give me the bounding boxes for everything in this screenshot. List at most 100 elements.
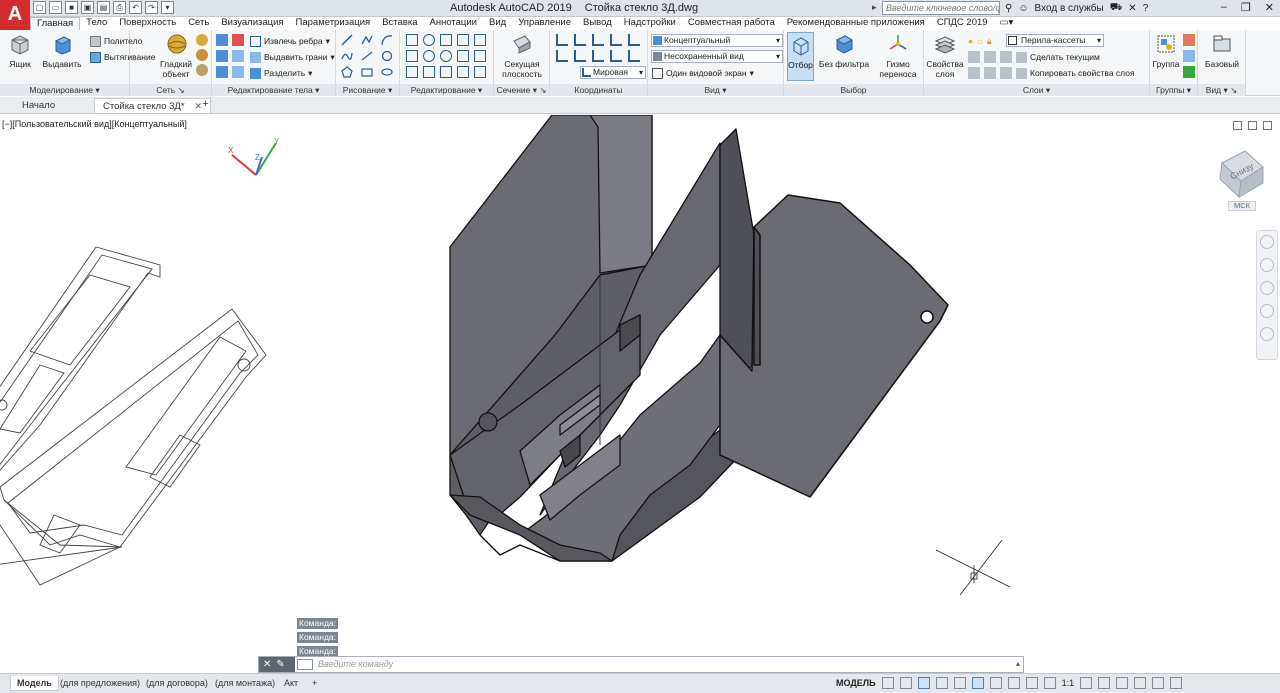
current-layer-combo[interactable]: Перила-кассеты <box>1006 34 1104 47</box>
ribbon-tab[interactable]: Сеть <box>182 17 215 30</box>
ucs-face-icon[interactable] <box>610 50 622 62</box>
ribbon-tab[interactable]: Надстройки <box>618 17 682 30</box>
scale-icon[interactable] <box>440 66 452 78</box>
base-view-button[interactable]: Базовый <box>1202 33 1242 69</box>
panel-title-layers[interactable]: Слои ▾ <box>924 84 1149 96</box>
ribbon-tab[interactable]: СПДС 2019 <box>931 17 994 30</box>
ortho-icon[interactable] <box>917 677 930 689</box>
close-icon[interactable]: ✕ <box>1265 1 1274 14</box>
trim-icon[interactable] <box>457 34 469 46</box>
panel-title-modeling[interactable]: Моделирование ▾ <box>0 84 129 96</box>
ucs-z-icon[interactable] <box>556 50 568 62</box>
snap-icon[interactable] <box>899 677 912 689</box>
box-button[interactable]: Ящик <box>4 33 36 69</box>
ribbon-tab[interactable]: Совместная работа <box>682 17 781 30</box>
new-file-icon[interactable]: ▢ <box>33 1 46 14</box>
group-select-icon[interactable] <box>1183 66 1195 78</box>
ribbon-tab[interactable]: Вставка <box>376 17 423 30</box>
web-mobile-icon[interactable]: ▤ <box>97 1 110 14</box>
intersect-icon[interactable] <box>216 50 228 62</box>
binoculars-icon[interactable]: ⚲ <box>1005 3 1012 14</box>
layer-properties-button[interactable]: Свойства слоя <box>926 33 964 79</box>
units-icon[interactable] <box>1116 677 1129 689</box>
app-menu-logo[interactable]: A <box>0 0 30 30</box>
ribbon-tab[interactable]: Управление <box>512 17 577 30</box>
named-view-combo[interactable]: Несохраненный вид <box>651 50 783 63</box>
sun-icon[interactable]: ☼ <box>976 36 984 46</box>
clean-screen-icon[interactable] <box>1152 677 1165 689</box>
circle-icon[interactable] <box>381 50 393 62</box>
model-space-button[interactable]: МОДЕЛЬ <box>836 678 876 688</box>
doc-tab-active[interactable]: Стойка стекло 3Д* ✕ <box>94 98 212 113</box>
panel-title-section[interactable]: Сечение ▾ ↘ <box>494 84 549 96</box>
layer-freeze-icon[interactable] <box>984 51 996 63</box>
viewcube-icon[interactable]: Снизу <box>1217 145 1267 201</box>
mesh-refine-icon[interactable] <box>196 49 208 61</box>
ucs-view-icon[interactable] <box>574 50 586 62</box>
array-icon[interactable] <box>457 50 469 62</box>
rotate-icon[interactable] <box>423 50 435 62</box>
polar-icon[interactable] <box>935 677 948 689</box>
qat-menu-icon[interactable]: ▾ <box>161 1 174 14</box>
section-plane-button[interactable]: Секущая плоскость <box>497 33 547 79</box>
ucs-3point-icon[interactable] <box>628 50 640 62</box>
subtract-icon[interactable] <box>232 34 244 46</box>
explode-icon[interactable] <box>474 66 486 78</box>
interfere-icon[interactable] <box>232 50 244 62</box>
showmotion-icon[interactable] <box>1260 327 1274 341</box>
slice-icon[interactable] <box>216 66 228 78</box>
rectangle-icon[interactable] <box>361 66 373 78</box>
light-bulb-icon[interactable]: ● <box>968 36 973 46</box>
customize-statusbar-icon[interactable] <box>1170 677 1183 689</box>
orbit-icon[interactable] <box>1260 304 1274 318</box>
search-expand-icon[interactable]: ▸ <box>872 2 880 13</box>
ribbon-tab[interactable]: Аннотации <box>424 17 484 30</box>
layer-thaw-icon[interactable] <box>984 67 996 79</box>
command-prompt-icon[interactable] <box>297 659 313 670</box>
union-icon[interactable] <box>216 34 228 46</box>
save-as-icon[interactable]: ▣ <box>81 1 94 14</box>
search-input[interactable]: Введите ключевое слово/фразу <box>882 1 1000 15</box>
redo-icon[interactable]: ↷ <box>145 1 158 14</box>
minimize-icon[interactable]: – <box>1221 1 1227 14</box>
ucs-icon[interactable] <box>556 34 568 46</box>
ribbon-tab[interactable]: Визуализация <box>215 17 289 30</box>
line-icon[interactable] <box>341 34 353 46</box>
cart-icon[interactable]: ⛟ <box>1110 2 1123 15</box>
isodraft-icon[interactable] <box>953 677 966 689</box>
group-button[interactable]: Группа <box>1151 33 1181 69</box>
mesh-sphere-icon[interactable] <box>196 34 208 46</box>
layout-tab[interactable]: (для договора) <box>140 676 214 691</box>
ungroup-icon[interactable] <box>1183 34 1195 46</box>
grid-icon[interactable] <box>881 677 894 689</box>
spline-icon[interactable] <box>341 50 353 62</box>
ucs-object-icon[interactable] <box>592 50 604 62</box>
extrude-faces-button[interactable]: Выдавить грани ▾ <box>250 50 335 64</box>
ribbon-tab[interactable]: Тело <box>80 17 113 30</box>
3d-move-icon[interactable] <box>440 34 452 46</box>
match-layer-button[interactable]: Копировать свойства слоя <box>1016 66 1135 80</box>
polygon-icon[interactable] <box>341 66 353 78</box>
ribbon-tab-overflow-icon[interactable]: ▭▾ <box>994 17 1020 30</box>
offset-icon[interactable] <box>474 50 486 62</box>
ribbon-tab[interactable]: Главная <box>30 17 81 30</box>
exchange-icon[interactable]: ✕ <box>1128 3 1136 14</box>
annotation-visibility-icon[interactable] <box>1007 677 1020 689</box>
panel-title-view-base[interactable]: Вид ▾ ↘ <box>1198 84 1245 96</box>
panel-title-coordinates[interactable]: Координаты <box>550 84 647 96</box>
zoom-icon[interactable] <box>1260 281 1274 295</box>
save-icon[interactable]: ■ <box>65 1 78 14</box>
gizmo-button[interactable]: Гизмо переноса <box>876 33 920 79</box>
smooth-object-button[interactable]: Гладкий объект <box>158 33 196 79</box>
pan-icon[interactable] <box>1260 258 1274 272</box>
annotation-monitor-icon[interactable] <box>1098 677 1111 689</box>
ribbon-tab[interactable]: Вывод <box>577 17 618 30</box>
drawing-viewport[interactable]: [−][Пользовательский вид][Концептуальный… <box>0 115 1280 675</box>
ucs-combo[interactable]: Мировая <box>580 66 646 79</box>
separate-button[interactable]: Разделить ▾ <box>250 66 312 80</box>
layout-tab[interactable]: (для монтажа) <box>209 676 281 691</box>
maximize-icon[interactable]: ❐ <box>1241 1 1251 14</box>
3d-rotate-icon[interactable] <box>423 34 435 46</box>
plot-icon[interactable]: ⎙ <box>113 1 126 14</box>
visual-style-combo[interactable]: Концептуальный <box>651 34 783 47</box>
